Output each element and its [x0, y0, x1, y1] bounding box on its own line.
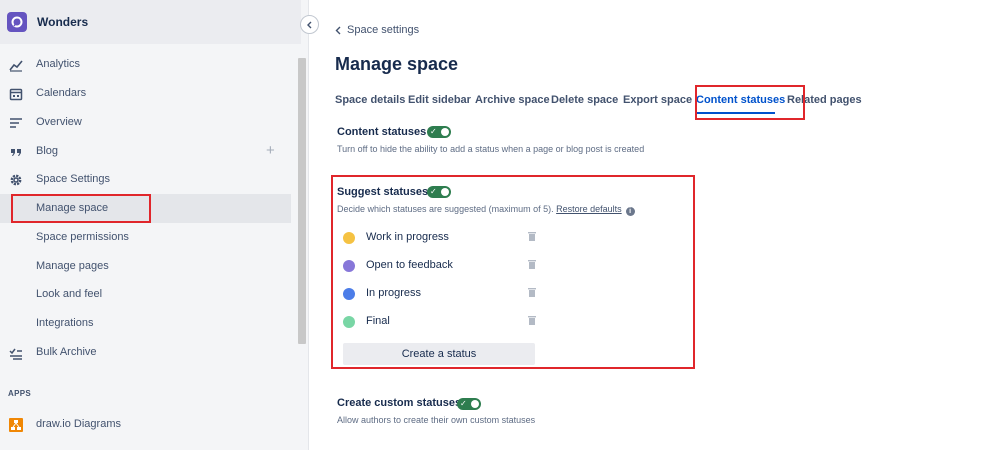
sidebar-item-label: Calendars — [36, 87, 87, 99]
suggest-statuses-text: Decide which statuses are suggested (max… — [337, 204, 554, 214]
trash-icon[interactable] — [528, 287, 536, 297]
apps-section-label: APPS — [8, 389, 31, 398]
check-icon: ✓ — [430, 187, 437, 196]
suggest-statuses-description: Decide which statuses are suggested (max… — [337, 204, 635, 216]
active-tab-indicator — [696, 112, 775, 114]
trash-icon[interactable] — [528, 259, 536, 269]
suggest-statuses-title: Suggest statuses — [337, 186, 429, 198]
sidebar-item-label: Blog — [36, 145, 59, 157]
sidebar-item-label: Bulk Archive — [36, 346, 97, 358]
quote-icon — [11, 149, 21, 156]
tab-space-details[interactable]: Space details — [335, 94, 405, 106]
drawio-icon — [9, 418, 23, 432]
tab-export-space[interactable]: Export space — [623, 94, 692, 106]
sidebar-item-label: Overview — [36, 116, 82, 128]
sidebar-item-manage-space[interactable]: Manage space — [0, 194, 291, 223]
tab-related-pages[interactable]: Related pages — [787, 94, 862, 106]
breadcrumb-label: Space settings — [347, 24, 420, 36]
space-name: Wonders — [37, 15, 89, 29]
sidebar-item-label: Integrations — [36, 317, 94, 329]
collapse-sidebar-button[interactable] — [300, 15, 319, 34]
suggest-statuses-toggle[interactable]: ✓ — [427, 186, 451, 198]
tab-content-statuses[interactable]: Content statuses — [696, 94, 785, 106]
bulk-archive-icon — [9, 348, 22, 360]
trash-icon[interactable] — [528, 315, 536, 325]
sidebar-item-label: Manage pages — [36, 260, 109, 272]
status-color-dot[interactable] — [343, 288, 355, 300]
overview-icon — [10, 118, 22, 128]
status-color-dot[interactable] — [343, 232, 355, 244]
page-title: Manage space — [335, 54, 459, 74]
custom-statuses-description: Allow authors to create their own custom… — [337, 415, 536, 425]
tab-edit-sidebar[interactable]: Edit sidebar — [408, 94, 471, 106]
sidebar-app-drawio[interactable]: draw.io Diagrams — [0, 410, 291, 439]
analytics-icon — [9, 60, 23, 72]
check-icon: ✓ — [430, 127, 437, 136]
chevron-left-icon — [307, 21, 312, 28]
sidebar-item-label: Manage space — [36, 202, 109, 214]
status-label[interactable]: In progress — [366, 287, 421, 299]
sidebar-item-analytics[interactable]: Analytics — [0, 50, 291, 79]
space-header[interactable]: Wonders — [0, 0, 301, 44]
sidebar-item-integrations[interactable]: Integrations — [0, 309, 291, 338]
create-status-button[interactable]: Create a status — [343, 343, 535, 365]
chevron-left-icon — [335, 26, 341, 34]
sidebar-item-label: Space permissions — [36, 231, 129, 243]
status-label[interactable]: Work in progress — [366, 231, 449, 243]
tab-archive-space[interactable]: Archive space — [475, 94, 550, 106]
custom-statuses-title: Create custom statuses — [337, 397, 462, 409]
custom-statuses-toggle[interactable]: ✓ — [457, 398, 481, 410]
info-icon[interactable]: i — [625, 207, 635, 216]
sidebar-item-look-and-feel[interactable]: Look and feel — [0, 280, 291, 309]
breadcrumb[interactable]: Space settings — [335, 24, 419, 36]
content-statuses-title: Content statuses — [337, 126, 427, 138]
add-blog-icon[interactable]: + — [266, 142, 275, 159]
space-logo-icon — [7, 12, 27, 32]
sidebar-item-space-permissions[interactable]: Space permissions — [0, 223, 291, 252]
restore-defaults-link[interactable]: Restore defaults — [556, 204, 622, 214]
content-statuses-description: Turn off to hide the ability to add a st… — [337, 144, 645, 154]
sidebar-item-label: Analytics — [36, 58, 81, 70]
status-label[interactable]: Final — [366, 315, 390, 327]
sidebar-item-overview[interactable]: Overview — [0, 108, 291, 137]
calendar-icon — [9, 88, 23, 101]
sidebar-item-calendars[interactable]: Calendars — [0, 79, 291, 108]
status-color-dot[interactable] — [343, 260, 355, 272]
tab-delete-space[interactable]: Delete space — [551, 94, 618, 106]
content-statuses-toggle[interactable]: ✓ — [427, 126, 451, 138]
sidebar-item-label: draw.io Diagrams — [36, 418, 121, 430]
status-color-dot[interactable] — [343, 316, 355, 328]
sidebar-item-manage-pages[interactable]: Manage pages — [0, 252, 291, 281]
sidebar-item-blog[interactable]: Blog + — [0, 137, 291, 166]
sidebar-item-label: Space Settings — [36, 173, 110, 185]
sidebar: Wonders Analytics Calendars Overview Blo… — [0, 0, 309, 450]
sidebar-item-bulk-archive[interactable]: Bulk Archive — [0, 338, 291, 367]
sidebar-scrollbar[interactable] — [298, 58, 306, 344]
check-icon: ✓ — [460, 399, 467, 408]
status-label[interactable]: Open to feedback — [366, 259, 453, 271]
gear-icon — [10, 174, 22, 186]
trash-icon[interactable] — [528, 231, 536, 241]
sidebar-item-label: Look and feel — [36, 288, 103, 300]
sidebar-item-space-settings[interactable]: Space Settings — [0, 165, 291, 194]
